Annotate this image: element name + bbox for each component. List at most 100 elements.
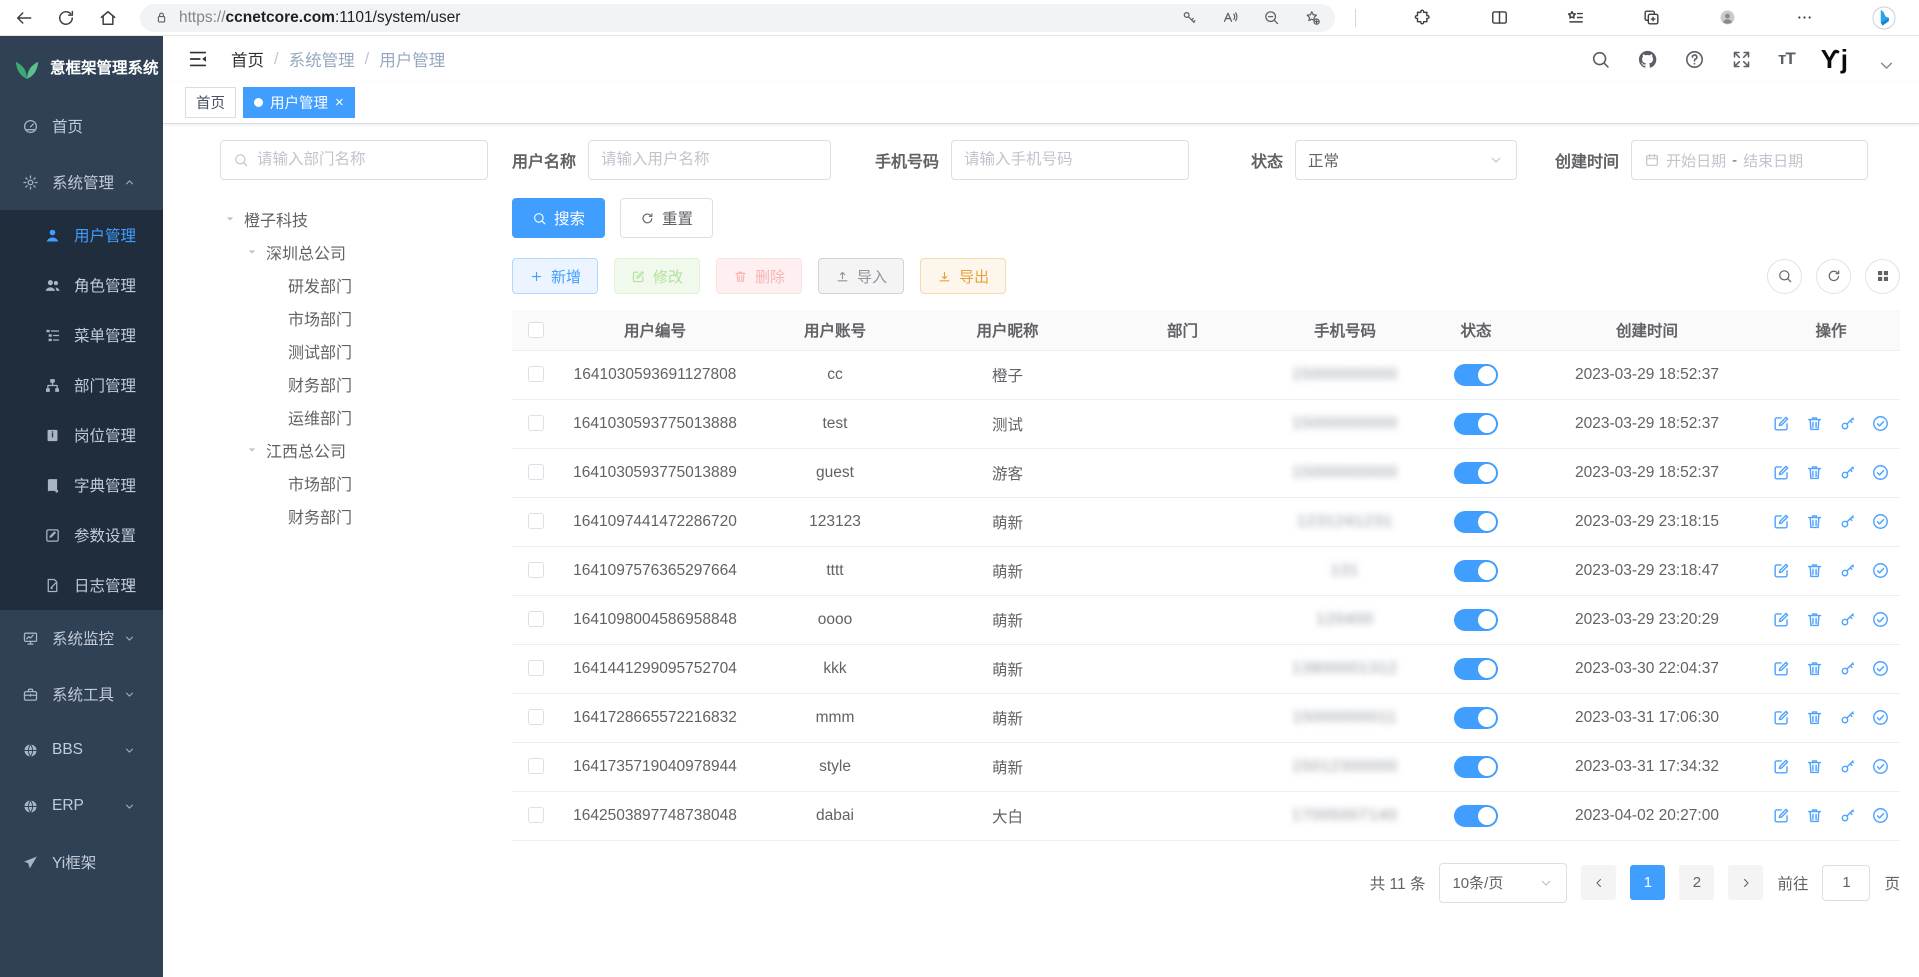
phone-input[interactable] (964, 151, 1176, 169)
sidebar-item-菜单管理[interactable]: 菜单管理 (0, 310, 163, 360)
tab-用户管理[interactable]: 用户管理× (243, 87, 355, 118)
close-icon[interactable]: × (335, 95, 344, 110)
edit-row-icon[interactable] (1772, 512, 1791, 531)
more-menu-icon[interactable] (1795, 8, 1814, 27)
reset-password-icon[interactable] (1838, 806, 1857, 825)
profile-avatar[interactable] (1718, 8, 1737, 27)
refresh-table-button[interactable] (1816, 259, 1851, 294)
dept-search-input[interactable] (257, 151, 475, 169)
assign-role-icon[interactable] (1871, 414, 1890, 433)
sidebar-item-系统监控[interactable]: 系统监控 (0, 610, 163, 666)
collapse-sidebar-icon[interactable] (187, 48, 209, 70)
copilot-icon[interactable] (1871, 5, 1897, 31)
phone-field[interactable] (951, 140, 1189, 180)
fullscreen-icon[interactable] (1731, 49, 1752, 70)
tree-node-运维部门[interactable]: 运维部门 (220, 400, 488, 433)
sidebar-item-ERP[interactable]: ERP (0, 778, 163, 834)
row-checkbox[interactable] (528, 611, 544, 627)
sidebar-item-日志管理[interactable]: 日志管理 (0, 560, 163, 610)
next-page-button[interactable] (1728, 865, 1763, 900)
reset-password-icon[interactable] (1838, 512, 1857, 531)
edit-row-icon[interactable] (1772, 757, 1791, 776)
assign-role-icon[interactable] (1871, 463, 1890, 482)
zoom-out-icon[interactable] (1263, 9, 1280, 26)
status-toggle[interactable] (1454, 658, 1498, 680)
favorites-icon[interactable] (1566, 8, 1585, 27)
reset-password-icon[interactable] (1838, 757, 1857, 776)
date-start-placeholder[interactable]: 开始日期 (1666, 150, 1726, 171)
tree-node-市场部门[interactable]: 市场部门 (220, 301, 488, 334)
sidebar-item-系统管理[interactable]: 系统管理 (0, 154, 163, 210)
username-input[interactable] (601, 151, 818, 169)
delete-row-icon[interactable] (1805, 610, 1824, 629)
assign-role-icon[interactable] (1871, 708, 1890, 727)
github-icon[interactable] (1637, 49, 1658, 70)
goto-page-input[interactable] (1822, 865, 1870, 901)
add-button[interactable]: 新增 (512, 258, 598, 294)
edit-row-icon[interactable] (1772, 414, 1791, 433)
sidebar-item-岗位管理[interactable]: 岗位管理 (0, 410, 163, 460)
delete-row-icon[interactable] (1805, 757, 1824, 776)
sidebar-item-Yi框架[interactable]: Yi框架 (0, 834, 163, 890)
edit-row-icon[interactable] (1772, 463, 1791, 482)
delete-row-icon[interactable] (1805, 659, 1824, 678)
sidebar-item-字典管理[interactable]: 字典管理 (0, 460, 163, 510)
edit-row-icon[interactable] (1772, 610, 1791, 629)
extensions-icon[interactable] (1413, 8, 1432, 27)
delete-row-icon[interactable] (1805, 561, 1824, 580)
sidebar-item-部门管理[interactable]: 部门管理 (0, 360, 163, 410)
row-checkbox[interactable] (528, 562, 544, 578)
reset-password-icon[interactable] (1838, 610, 1857, 629)
assign-role-icon[interactable] (1871, 757, 1890, 776)
status-toggle[interactable] (1454, 462, 1498, 484)
username-field[interactable] (588, 140, 831, 180)
edit-row-icon[interactable] (1772, 806, 1791, 825)
delete-row-icon[interactable] (1805, 463, 1824, 482)
sidebar-item-用户管理[interactable]: 用户管理 (0, 210, 163, 260)
delete-row-icon[interactable] (1805, 806, 1824, 825)
sidebar-item-角色管理[interactable]: 角色管理 (0, 260, 163, 310)
assign-role-icon[interactable] (1871, 610, 1890, 629)
edit-row-icon[interactable] (1772, 659, 1791, 678)
url-text[interactable]: https://ccnetcore.com:1101/system/user (179, 9, 1171, 27)
reset-password-icon[interactable] (1838, 708, 1857, 727)
row-checkbox[interactable] (528, 513, 544, 529)
search-button[interactable]: 搜索 (512, 198, 605, 238)
row-checkbox[interactable] (528, 660, 544, 676)
collections-icon[interactable] (1642, 8, 1661, 27)
status-toggle[interactable] (1454, 805, 1498, 827)
tree-node-财务部门[interactable]: 财务部门 (220, 499, 488, 532)
search-icon[interactable] (1590, 49, 1611, 70)
tree-node-深圳总公司[interactable]: 深圳总公司 (220, 235, 488, 268)
prev-page-button[interactable] (1581, 865, 1616, 900)
tree-node-测试部门[interactable]: 测试部门 (220, 334, 488, 367)
split-screen-icon[interactable] (1490, 8, 1509, 27)
status-toggle[interactable] (1454, 560, 1498, 582)
reset-password-icon[interactable] (1838, 414, 1857, 433)
browser-home-icon[interactable] (98, 8, 118, 28)
select-all-checkbox[interactable] (528, 322, 544, 338)
address-bar[interactable]: https://ccnetcore.com:1101/system/user (140, 4, 1335, 32)
sidebar-item-BBS[interactable]: BBS (0, 722, 163, 778)
password-icon[interactable] (1181, 9, 1198, 26)
edit-button[interactable]: 修改 (614, 258, 700, 294)
reset-password-icon[interactable] (1838, 659, 1857, 678)
delete-button[interactable]: 删除 (716, 258, 802, 294)
row-checkbox[interactable] (528, 709, 544, 725)
status-toggle[interactable] (1454, 511, 1498, 533)
user-avatar-logo[interactable]: Ƴj (1821, 46, 1848, 72)
breadcrumb-item-首页[interactable]: 首页 (231, 47, 264, 71)
sidebar-item-参数设置[interactable]: 参数设置 (0, 510, 163, 560)
date-range-picker[interactable]: 开始日期 - 结束日期 (1631, 140, 1868, 180)
add-favorite-icon[interactable] (1304, 9, 1321, 26)
assign-role-icon[interactable] (1871, 561, 1890, 580)
import-button[interactable]: 导入 (818, 258, 904, 294)
sidebar-item-首页[interactable]: 首页 (0, 98, 163, 154)
chevron-down-icon[interactable] (1876, 55, 1897, 76)
tree-node-市场部门[interactable]: 市场部门 (220, 466, 488, 499)
row-checkbox[interactable] (528, 758, 544, 774)
status-toggle[interactable] (1454, 707, 1498, 729)
status-toggle[interactable] (1454, 756, 1498, 778)
browser-refresh-icon[interactable] (56, 8, 76, 28)
columns-button[interactable] (1865, 259, 1900, 294)
